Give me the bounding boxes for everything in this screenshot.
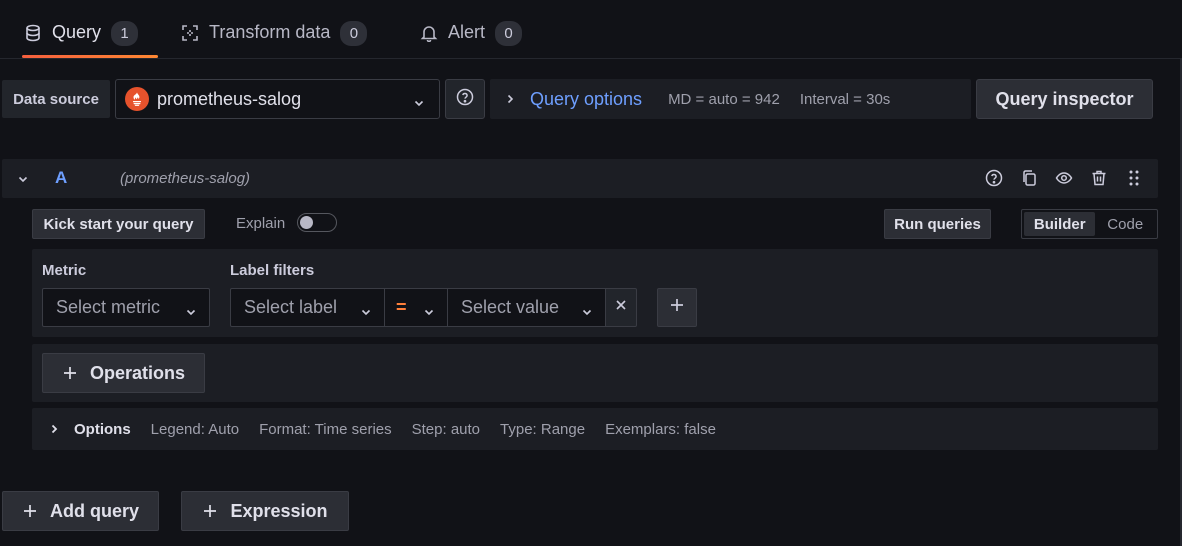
options-format: Format: Time series <box>259 420 392 438</box>
tab-alert-count: 0 <box>495 21 523 46</box>
datasource-label: Data source <box>2 80 110 118</box>
drag-handle-icon[interactable] <box>1124 168 1144 188</box>
label-filters-label: Label filters <box>230 262 315 279</box>
tab-alert[interactable]: Alert 0 <box>420 12 523 58</box>
kick-start-query-button[interactable]: Kick start your query <box>32 209 205 239</box>
collapse-chevron-icon[interactable] <box>16 172 30 186</box>
close-icon <box>614 298 628 317</box>
chevron-down-icon <box>360 302 372 316</box>
tab-bar: Query 1 Transform data 0 Alert 0 <box>0 0 1182 58</box>
value-select-placeholder: Select value <box>461 297 560 317</box>
expression-label: Expression <box>230 500 328 521</box>
options-title: Options <box>74 420 131 438</box>
mode-builder-option[interactable]: Builder <box>1024 212 1096 236</box>
value-select[interactable]: Select value <box>447 288 606 327</box>
bell-icon <box>420 24 438 42</box>
options-legend: Legend: Auto <box>150 420 240 438</box>
plus-icon <box>202 503 218 519</box>
eye-icon[interactable] <box>1054 168 1074 188</box>
options-toggle[interactable]: Options Legend: Auto Format: Time series… <box>32 408 1158 450</box>
plus-icon <box>669 297 685 318</box>
prometheus-logo-icon <box>125 87 149 111</box>
plus-icon <box>62 365 78 381</box>
plus-icon <box>22 503 38 519</box>
add-query-label: Add query <box>49 500 139 521</box>
chevron-down-icon <box>413 93 425 107</box>
operator-select[interactable]: = <box>384 288 448 327</box>
metric-label: Metric <box>42 262 87 279</box>
options-type: Type: Range <box>500 420 586 438</box>
label-select-placeholder: Select label <box>244 297 338 317</box>
tab-query-label: Query <box>52 22 102 42</box>
operations-label: Operations <box>89 362 186 383</box>
chevron-down-icon <box>423 302 435 316</box>
explain-toggle[interactable] <box>297 213 337 232</box>
add-query-button[interactable]: Add query <box>2 491 159 531</box>
explain-label: Explain <box>236 215 286 232</box>
query-options-toggle[interactable]: Query options MD = auto = 942 Interval =… <box>490 79 971 119</box>
query-datasource-name: (prometheus-salog) <box>120 170 251 187</box>
help-icon[interactable] <box>984 168 1004 188</box>
chevron-right-icon <box>504 93 516 105</box>
mode-code-option[interactable]: Code <box>1095 212 1155 236</box>
chevron-down-icon <box>581 302 593 316</box>
query-row-actions <box>984 168 1144 188</box>
operator-value: = <box>396 297 407 317</box>
query-options-title: Query options <box>530 88 643 109</box>
editor-mode-toggle: Builder Code <box>1021 209 1158 239</box>
tab-transform-label: Transform data <box>209 22 331 42</box>
query-options-md: MD = auto = 942 <box>668 90 780 108</box>
remove-label-filter-button[interactable] <box>605 288 637 327</box>
datasource-value: prometheus-salog <box>157 88 302 109</box>
query-options-interval: Interval = 30s <box>799 90 891 108</box>
query-inspector-button[interactable]: Query inspector <box>976 79 1153 119</box>
options-exemplars: Exemplars: false <box>605 420 716 438</box>
query-ref-id[interactable]: A <box>55 168 67 188</box>
query-row-header: A (prometheus-salog) <box>2 159 1158 198</box>
tab-query[interactable]: Query 1 <box>21 12 159 58</box>
options-step: Step: auto <box>411 420 481 438</box>
add-label-filter-button[interactable] <box>657 288 697 327</box>
tab-query-count: 1 <box>111 21 139 46</box>
trash-icon[interactable] <box>1089 168 1109 188</box>
chevron-right-icon <box>48 423 60 435</box>
database-icon <box>24 24 42 42</box>
metric-select-placeholder: Select metric <box>56 297 161 317</box>
tab-transform-count: 0 <box>340 21 368 46</box>
tab-alert-label: Alert <box>448 22 486 42</box>
metric-select[interactable]: Select metric <box>42 288 210 327</box>
add-expression-button[interactable]: Expression <box>181 491 349 531</box>
duplicate-icon[interactable] <box>1019 168 1039 188</box>
run-queries-button[interactable]: Run queries <box>884 209 991 239</box>
label-select[interactable]: Select label <box>230 288 385 327</box>
question-circle-icon <box>456 88 474 111</box>
chevron-down-icon <box>185 302 197 316</box>
add-operation-button[interactable]: Operations <box>42 353 205 393</box>
datasource-picker[interactable]: prometheus-salog <box>115 79 440 119</box>
datasource-help-button[interactable] <box>445 79 485 119</box>
tab-transform-data[interactable]: Transform data 0 <box>181 12 368 58</box>
transform-icon <box>181 24 199 42</box>
